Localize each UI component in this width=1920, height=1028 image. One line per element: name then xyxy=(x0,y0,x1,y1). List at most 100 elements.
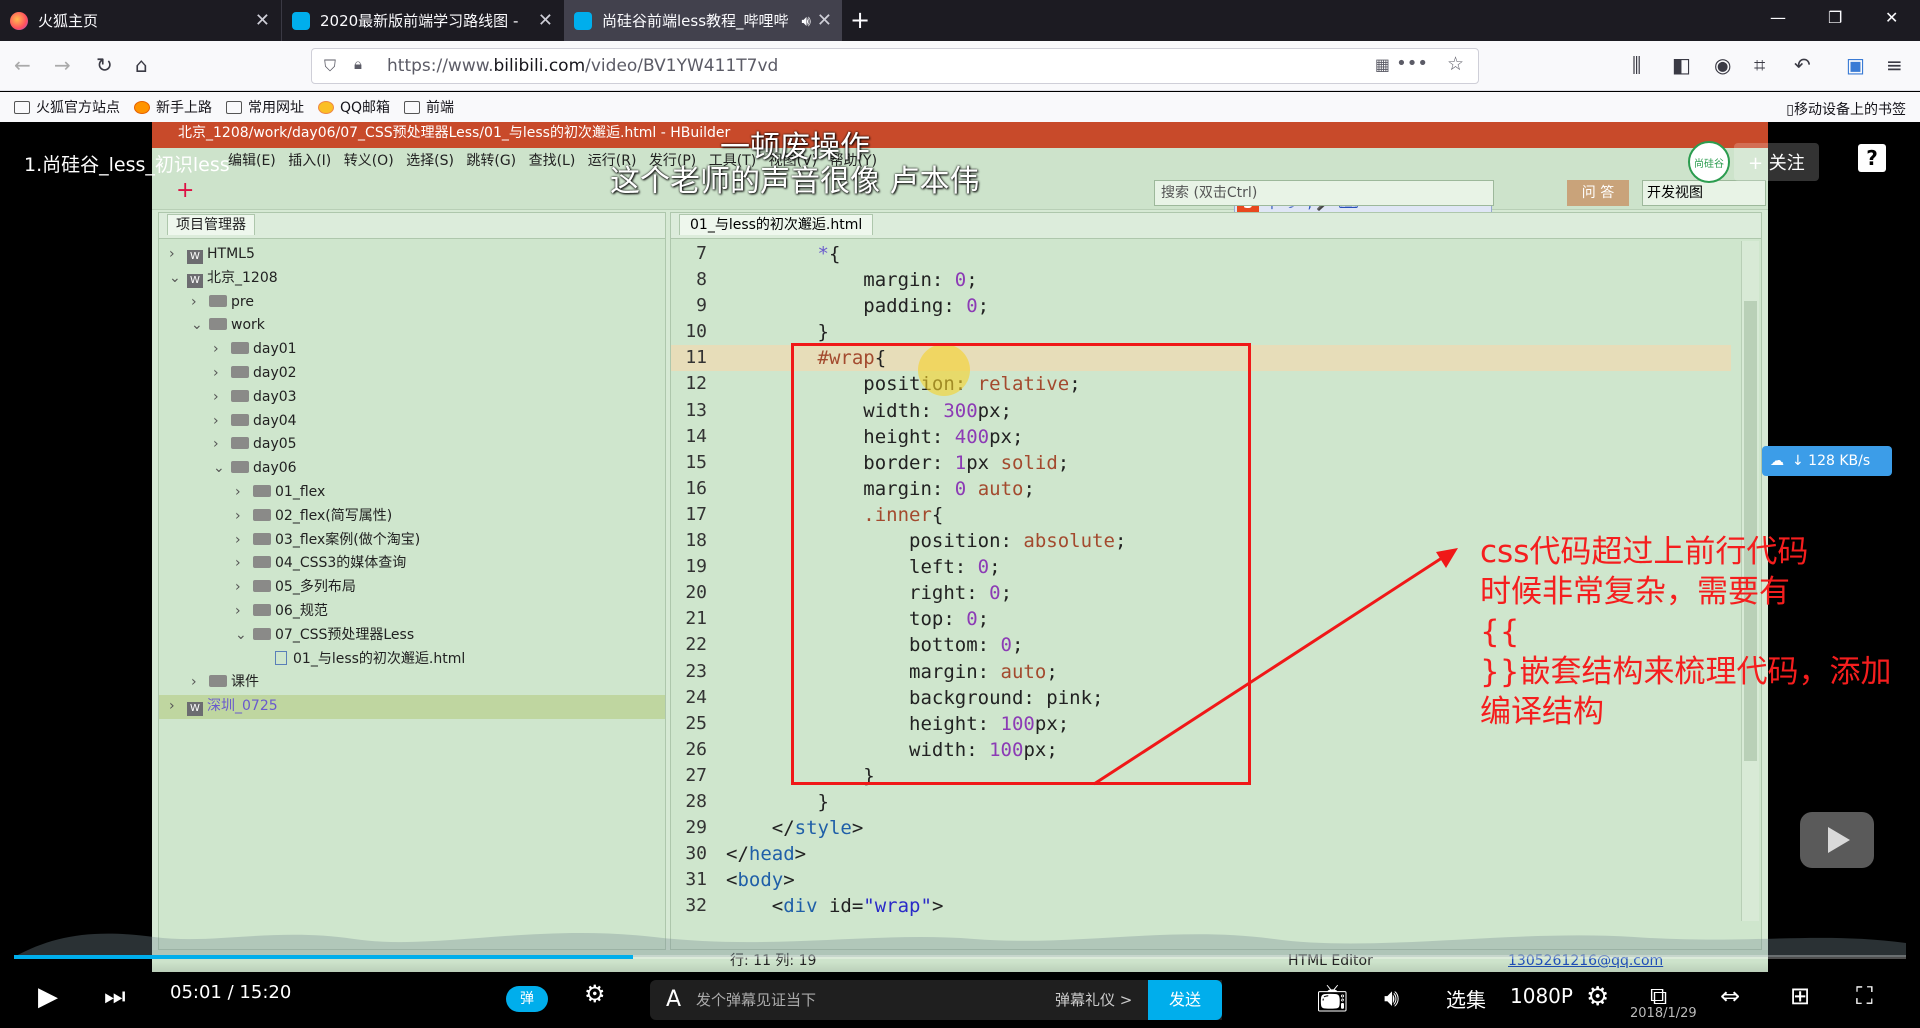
volume-icon[interactable]: 🔊︎ xyxy=(1384,984,1399,1012)
tree-item-label: 05_多列布局 xyxy=(275,579,356,596)
lock-icon[interactable]: 🔒︎ xyxy=(354,55,362,73)
episodes-button[interactable]: 选集 xyxy=(1446,984,1486,1013)
bilibili-tv-icon[interactable]: 📺︎ xyxy=(1316,984,1349,1014)
qr-code-icon[interactable]: ▦ xyxy=(1375,55,1390,74)
bookmark-common-sites[interactable]: 常用网址 xyxy=(226,97,304,117)
home-icon[interactable]: ⌂ xyxy=(135,53,148,77)
tree-item: 01_与less的初次邂逅.html xyxy=(159,648,665,672)
line-number: 7 xyxy=(696,243,707,264)
reload-icon[interactable]: ↻ xyxy=(96,53,113,77)
folder-icon xyxy=(231,365,249,378)
restore-icon[interactable]: ❐ xyxy=(1828,8,1842,27)
project-icon: W xyxy=(187,250,203,264)
line-number: 12 xyxy=(685,373,707,395)
chevron-right-icon: › xyxy=(169,698,175,715)
library-icon[interactable]: ⫼ xyxy=(1632,53,1641,77)
energy-wave xyxy=(14,932,1906,957)
widescreen-icon[interactable]: ⇔ xyxy=(1720,982,1740,1010)
line-number: 10 xyxy=(685,321,707,343)
close-window-icon[interactable]: ✕ xyxy=(1885,8,1898,27)
back-icon[interactable]: ← xyxy=(14,53,31,77)
bookmark-getting-started[interactable]: 新手上路 xyxy=(134,97,212,117)
ide-search-input: 搜索 (双击Ctrl) xyxy=(1154,180,1494,206)
line-number: 16 xyxy=(685,477,707,499)
code-line: 30 </head> xyxy=(671,841,1731,867)
bookmark-firefox-official[interactable]: 火狐官方站点 xyxy=(14,97,120,117)
progress-bar[interactable] xyxy=(14,955,1906,959)
close-icon[interactable]: ✕ xyxy=(538,10,553,31)
mobile-bookmarks[interactable]: ▯移动设备上的书签 xyxy=(1786,99,1906,119)
tv-play-icon[interactable] xyxy=(1800,812,1874,868)
chevron-down-icon: ⌄ xyxy=(169,269,181,286)
send-button[interactable]: 发送 xyxy=(1148,980,1222,1020)
line-number: 19 xyxy=(685,556,707,578)
tree-item-label: HTML5 xyxy=(207,246,255,262)
tree-item-label: 01_flex xyxy=(275,483,326,500)
undo-icon[interactable]: ↶ xyxy=(1794,53,1811,77)
new-tab-icon[interactable]: + xyxy=(850,6,870,34)
more-icon[interactable]: ••• xyxy=(1396,53,1428,74)
screenshot-icon[interactable]: ⌗ xyxy=(1754,53,1765,77)
folder-icon xyxy=(253,580,271,593)
danmaku-toggle[interactable]: 弹 xyxy=(506,986,548,1012)
danmaku-input[interactable]: A 发个弹幕见证当下 xyxy=(650,980,1222,1020)
tree-item: › day02 xyxy=(159,362,665,386)
font-style-icon[interactable]: A xyxy=(666,980,681,1020)
tab-firefox-home[interactable]: 火狐主页 ✕ xyxy=(0,0,280,41)
code-line: 28 } xyxy=(671,789,1731,815)
settings-icon[interactable]: ⚙ xyxy=(1586,982,1609,1012)
project-icon: W xyxy=(187,273,203,288)
code-text: } xyxy=(726,790,829,813)
close-icon[interactable]: ✕ xyxy=(255,10,270,31)
follow-button[interactable]: + 关注 xyxy=(1734,143,1819,181)
tree-item-label: 03_flex案例(做个淘宝) xyxy=(275,531,421,548)
speaker-icon[interactable]: 🔊︎ xyxy=(801,12,810,30)
line-number: 9 xyxy=(696,295,707,317)
tab-label: 尚硅谷前端less教程_哔哩哔 xyxy=(602,12,789,30)
folder-icon xyxy=(231,342,249,355)
browser-tab-bar: 火狐主页 ✕ 2020最新版前端学习路线图 - ✕ 尚硅谷前端less教程_哔哩… xyxy=(0,0,1920,41)
tree-item: › 01_flex xyxy=(159,481,665,505)
line-number: 31 xyxy=(685,869,707,891)
shield-icon[interactable]: ⛉ xyxy=(324,56,336,76)
tab-roadmap[interactable]: 2020最新版前端学习路线图 - ✕ xyxy=(281,0,563,41)
menu-icon[interactable]: ≡ xyxy=(1886,53,1903,77)
quality-button[interactable]: 1080P xyxy=(1510,984,1573,1008)
help-icon[interactable]: ? xyxy=(1858,144,1886,172)
chevron-right-icon: › xyxy=(213,364,219,381)
line-number: 28 xyxy=(685,790,707,812)
folder-icon xyxy=(231,437,249,450)
bookmark-qq-mail[interactable]: QQ邮箱 xyxy=(318,97,390,117)
chevron-right-icon: › xyxy=(235,483,241,500)
bookmark-frontend[interactable]: 前端 xyxy=(404,97,454,117)
play-icon[interactable]: ▶ xyxy=(38,982,58,1012)
url-bar[interactable]: ⛉ 🔒︎ https://www. bilibili.com/video/BV1Y… xyxy=(311,48,1479,84)
chevron-right-icon: › xyxy=(191,293,197,310)
tree-item-label: 07_CSS预处理器Less xyxy=(275,626,415,643)
account-icon[interactable]: ◉ xyxy=(1714,53,1731,77)
tree-item-label: 深圳_0725 xyxy=(207,698,278,715)
fullscreen-icon[interactable]: ⛶ xyxy=(1856,982,1873,1010)
danmaku-settings-icon[interactable]: ⚙ xyxy=(584,980,606,1008)
line-number: 24 xyxy=(685,686,707,708)
line-number: 17 xyxy=(685,503,707,525)
next-icon[interactable]: ⏭ xyxy=(104,982,126,1010)
tree-item: › pre xyxy=(159,291,665,315)
tab-label: 火狐主页 xyxy=(38,12,99,30)
forward-icon[interactable]: → xyxy=(54,53,71,77)
extensions-icon[interactable]: ▣ xyxy=(1846,53,1865,77)
minimize-icon[interactable]: — xyxy=(1770,8,1786,27)
danmaku-etiquette-link[interactable]: 弹幕礼仪 > xyxy=(1055,980,1132,1020)
star-icon[interactable]: ☆ xyxy=(1447,53,1464,75)
video-player[interactable]: 北京_1208/work/day06/07_CSS预处理器Less/01_与le… xyxy=(0,122,1920,1028)
uploader-avatar[interactable]: 尚硅谷 xyxy=(1688,141,1730,183)
sidebar-icon[interactable]: ◧ xyxy=(1672,53,1691,77)
code-line: 31 <body> xyxy=(671,867,1731,893)
folder-icon xyxy=(226,100,242,114)
code-line: 32 <div id="wrap"> xyxy=(671,893,1731,919)
web-fullscreen-icon[interactable]: ⊞ xyxy=(1790,982,1810,1010)
chevron-right-icon: › xyxy=(235,602,241,619)
tab-less-tutorial[interactable]: 尚硅谷前端less教程_哔哩哔 🔊︎ ✕ xyxy=(564,0,842,41)
close-icon[interactable]: ✕ xyxy=(817,10,832,31)
phone-icon: ▯ xyxy=(1786,102,1794,118)
